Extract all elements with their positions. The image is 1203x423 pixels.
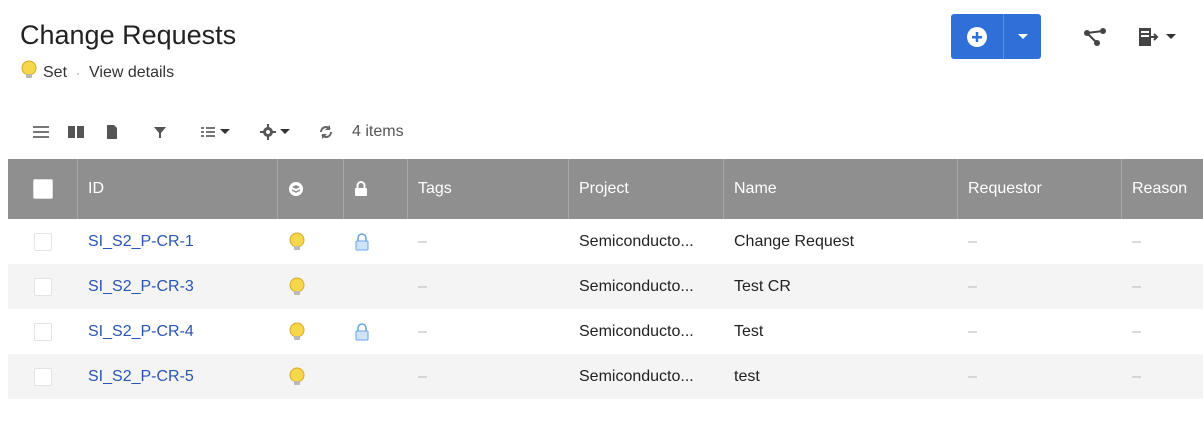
create-button[interactable] bbox=[951, 14, 1003, 59]
export-icon bbox=[1139, 27, 1159, 46]
board-view-button[interactable] bbox=[58, 119, 94, 145]
refresh-icon bbox=[320, 125, 332, 139]
type-cell bbox=[278, 264, 344, 309]
requestor-value: – bbox=[968, 322, 977, 340]
view-details-link[interactable]: View details bbox=[89, 64, 174, 82]
row-select-cell bbox=[8, 354, 78, 399]
create-button-group bbox=[951, 14, 1041, 59]
list-options-icon bbox=[201, 127, 215, 137]
row-checkbox[interactable] bbox=[34, 367, 52, 386]
lightbulb-icon bbox=[289, 277, 305, 295]
reason-value: – bbox=[1132, 277, 1141, 295]
lock-cell bbox=[344, 219, 408, 264]
chevron-down-icon bbox=[220, 129, 230, 134]
list-toolbar: 4 items bbox=[24, 119, 404, 145]
table-row[interactable]: SI_S2_P-CR-1 – Semiconducto... Change Re… bbox=[8, 219, 1203, 264]
filter-icon bbox=[154, 127, 166, 138]
row-select-cell bbox=[8, 264, 78, 309]
item-id-link[interactable]: SI_S2_P-CR-1 bbox=[88, 233, 194, 251]
name-value: Test bbox=[734, 322, 764, 340]
filter-button[interactable] bbox=[140, 119, 180, 145]
list-icon bbox=[33, 126, 49, 138]
table-row[interactable]: SI_S2_P-CR-4 – Semiconducto... Test – – bbox=[8, 309, 1203, 354]
chevron-down-icon bbox=[280, 129, 290, 134]
lock-cell bbox=[344, 354, 408, 399]
project-value: Semiconducto... bbox=[579, 232, 694, 250]
change-requests-table: ID Tags Project Name Requestor Reason SI… bbox=[8, 159, 1203, 399]
project-value: Semiconducto... bbox=[579, 322, 694, 340]
row-checkbox[interactable] bbox=[34, 322, 52, 341]
lightbulb-icon bbox=[289, 367, 305, 385]
separator: · bbox=[76, 65, 81, 80]
lightbulb-icon bbox=[289, 322, 305, 340]
subheader: Set · View details bbox=[20, 60, 174, 85]
lock-cell bbox=[344, 309, 408, 354]
plus-circle-icon bbox=[967, 26, 987, 47]
list-view-button[interactable] bbox=[24, 119, 58, 145]
network-icon bbox=[1084, 27, 1106, 46]
create-dropdown-button[interactable] bbox=[1003, 14, 1041, 59]
item-id-link[interactable]: SI_S2_P-CR-3 bbox=[88, 278, 194, 296]
column-header-id[interactable]: ID bbox=[78, 159, 278, 219]
column-header-name[interactable]: Name bbox=[724, 159, 958, 219]
chevron-down-icon bbox=[1166, 33, 1176, 39]
row-select-cell bbox=[8, 219, 78, 264]
type-cell bbox=[278, 309, 344, 354]
tags-value: – bbox=[418, 277, 427, 295]
layers-icon bbox=[289, 182, 303, 196]
reason-value: – bbox=[1132, 367, 1141, 385]
items-count: 4 items bbox=[352, 123, 404, 140]
document-icon bbox=[107, 125, 117, 139]
columns-menu-button[interactable] bbox=[190, 119, 240, 145]
name-value: Change Request bbox=[734, 232, 855, 250]
requestor-value: – bbox=[968, 367, 977, 385]
column-header-reason[interactable]: Reason bbox=[1122, 159, 1203, 219]
select-all-cell bbox=[8, 159, 78, 219]
column-header-lock[interactable] bbox=[344, 159, 408, 219]
lock-icon bbox=[355, 322, 369, 340]
lightbulb-icon bbox=[289, 232, 305, 250]
name-value: Test CR bbox=[734, 277, 791, 295]
reason-value: – bbox=[1132, 232, 1141, 250]
export-button[interactable] bbox=[1127, 14, 1187, 59]
set-label: Set bbox=[43, 63, 68, 81]
tags-value: – bbox=[418, 232, 427, 250]
refresh-button[interactable] bbox=[308, 119, 344, 145]
item-id-link[interactable]: SI_S2_P-CR-4 bbox=[88, 323, 194, 341]
select-all-checkbox[interactable] bbox=[32, 179, 53, 199]
document-view-button[interactable] bbox=[94, 119, 130, 145]
reason-value: – bbox=[1132, 322, 1141, 340]
lightbulb-icon bbox=[20, 60, 38, 85]
page-title: Change Requests bbox=[20, 20, 237, 50]
chevron-down-icon bbox=[1017, 33, 1028, 39]
column-header-type[interactable] bbox=[278, 159, 344, 219]
table-row[interactable]: SI_S2_P-CR-5 – Semiconducto... test – – bbox=[8, 354, 1203, 399]
row-checkbox[interactable] bbox=[34, 277, 52, 296]
relationships-button[interactable] bbox=[1075, 14, 1115, 59]
table-header: ID Tags Project Name Requestor Reason bbox=[8, 159, 1203, 219]
item-id-link[interactable]: SI_S2_P-CR-5 bbox=[88, 368, 194, 386]
settings-menu-button[interactable] bbox=[250, 119, 300, 145]
lock-icon bbox=[355, 232, 369, 250]
columns-icon bbox=[68, 126, 84, 138]
project-value: Semiconducto... bbox=[579, 277, 694, 295]
lock-icon bbox=[355, 181, 367, 196]
tags-value: – bbox=[418, 367, 427, 385]
page: Change Requests Set · View details 4 ite… bbox=[0, 0, 1203, 423]
requestor-value: – bbox=[968, 277, 977, 295]
type-cell bbox=[278, 219, 344, 264]
gear-icon bbox=[260, 124, 276, 140]
lock-cell bbox=[344, 264, 408, 309]
column-header-project[interactable]: Project bbox=[569, 159, 724, 219]
type-cell bbox=[278, 354, 344, 399]
table-row[interactable]: SI_S2_P-CR-3 – Semiconducto... Test CR –… bbox=[8, 264, 1203, 309]
name-value: test bbox=[734, 367, 760, 385]
project-value: Semiconducto... bbox=[579, 367, 694, 385]
tags-value: – bbox=[418, 322, 427, 340]
column-header-requestor[interactable]: Requestor bbox=[958, 159, 1122, 219]
row-select-cell bbox=[8, 309, 78, 354]
row-checkbox[interactable] bbox=[34, 232, 52, 251]
requestor-value: – bbox=[968, 232, 977, 250]
column-header-tags[interactable]: Tags bbox=[408, 159, 569, 219]
